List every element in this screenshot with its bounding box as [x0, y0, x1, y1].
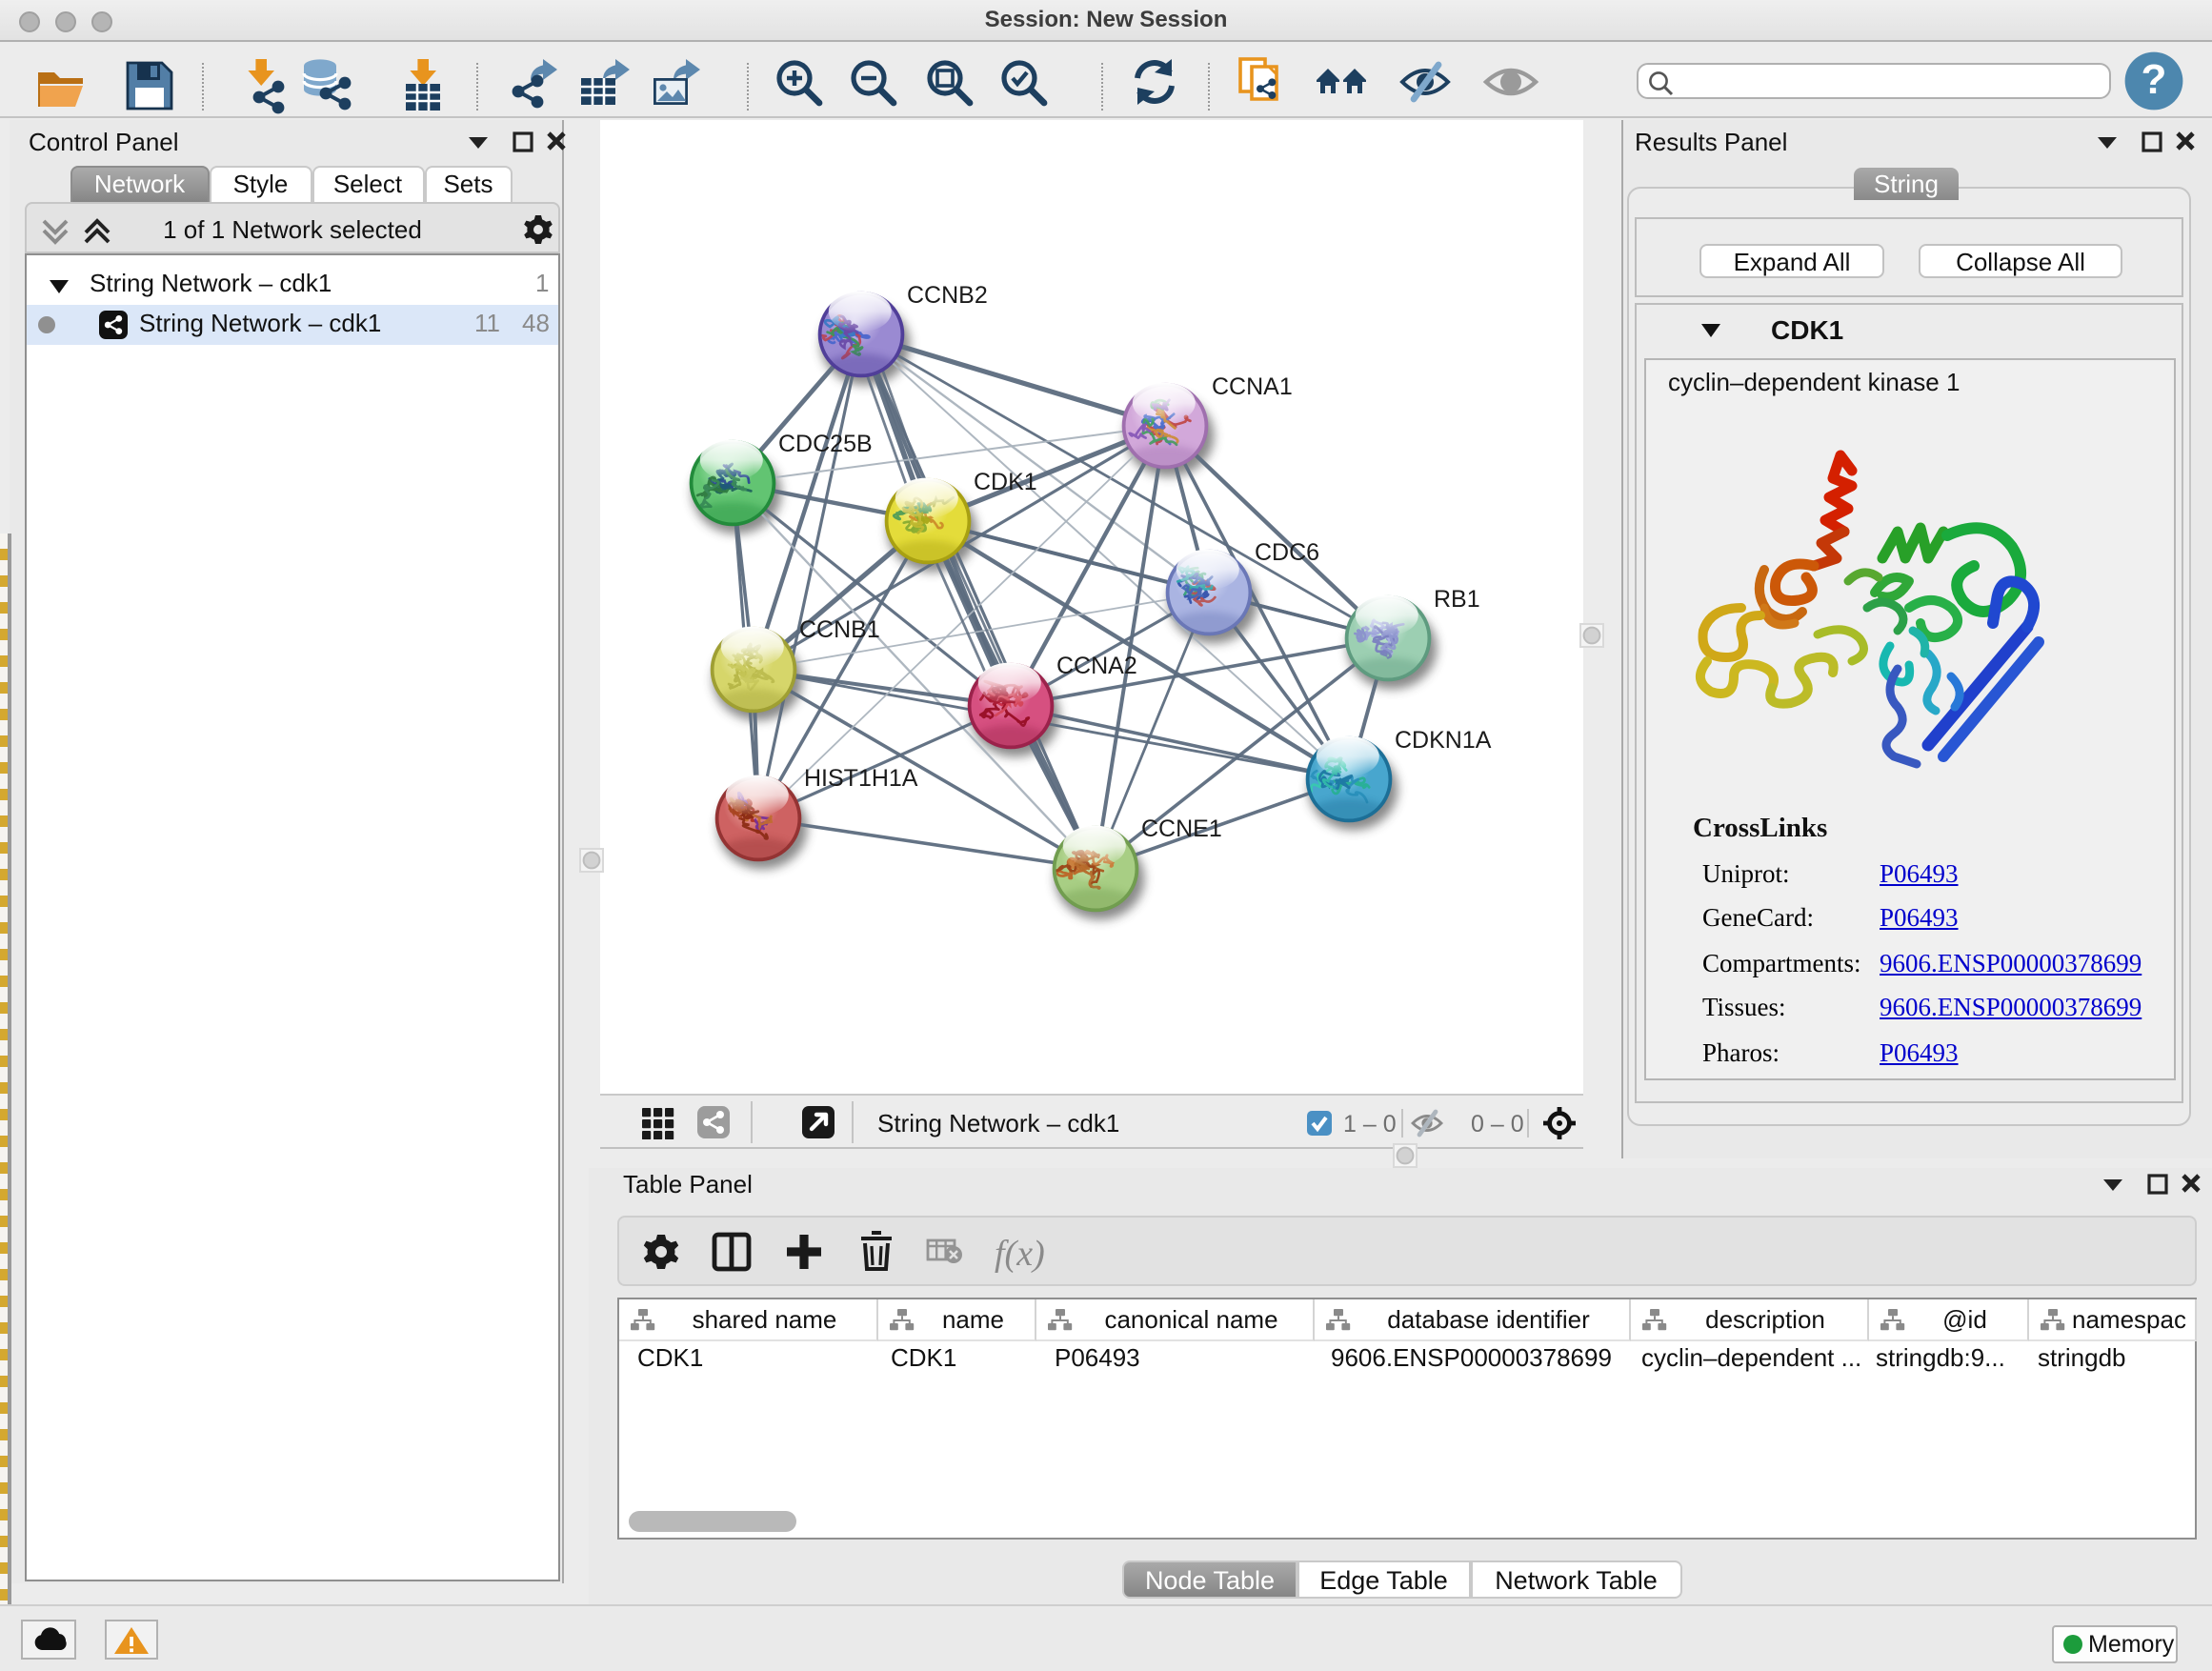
svg-text:CCNB1: CCNB1: [798, 615, 879, 642]
svg-text:CDC6: CDC6: [1254, 538, 1318, 565]
svg-text:?: ?: [2141, 56, 2166, 103]
svg-text:CDC25B: CDC25B: [777, 430, 872, 456]
svg-text:CCNA1: CCNA1: [1211, 372, 1292, 399]
svg-text:HIST1H1A: HIST1H1A: [803, 764, 917, 791]
svg-text:CCNB2: CCNB2: [906, 281, 987, 308]
svg-text:CDKN1A: CDKN1A: [1394, 726, 1491, 753]
svg-text:CCNE1: CCNE1: [1140, 815, 1221, 841]
svg-text:CCNA2: CCNA2: [1056, 652, 1136, 678]
svg-text:f(x): f(x): [994, 1234, 1044, 1274]
svg-text:CDK1: CDK1: [973, 468, 1036, 494]
svg-text:RB1: RB1: [1433, 585, 1479, 612]
svg-text:0 – 0: 0 – 0: [1470, 1110, 1523, 1137]
svg-text:1 – 0: 1 – 0: [1342, 1110, 1396, 1137]
